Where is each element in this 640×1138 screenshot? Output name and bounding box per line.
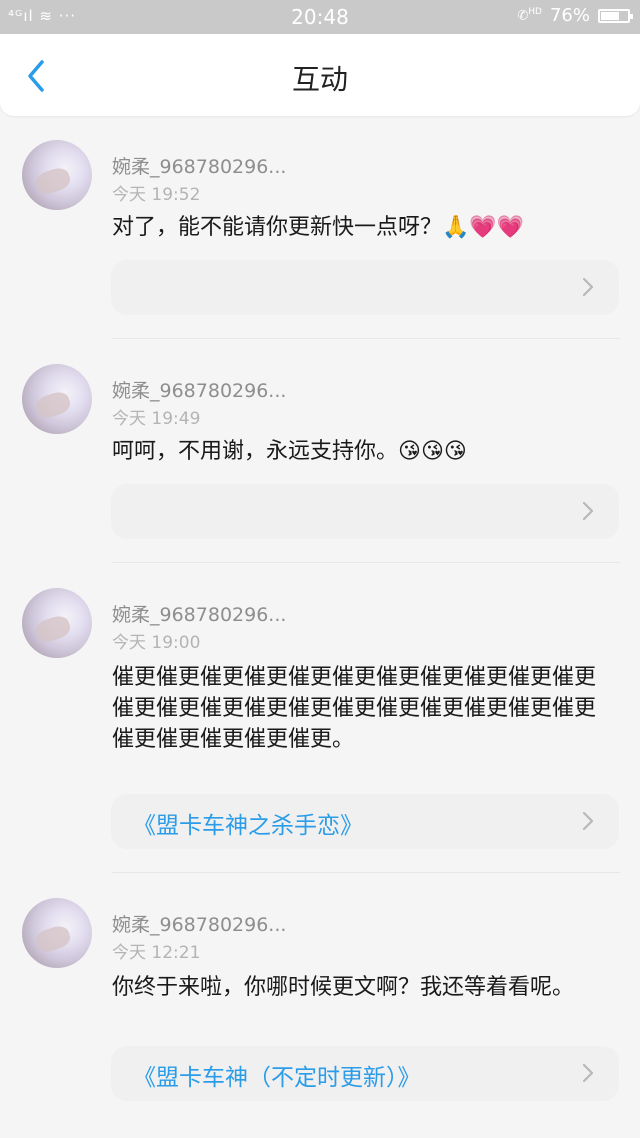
comment-text: 对了，能不能请你更新快一点呀？🙏💗💗 [112,215,525,240]
username[interactable]: 婉柔_968780296... [112,152,286,179]
comment-text: 你终于来啦，你哪时候更文啊？我还等着看呢。 [112,975,575,1000]
battery-icon [598,8,633,23]
timestamp: 今天 12:21 [112,943,201,963]
nav-bar: 互动 [0,34,640,116]
comment-item: 婉柔_968780296... 今天 12:21 你终于来啦，你哪时候更文啊？我… [0,874,640,1126]
hd-call-icon: ✆HD [517,7,542,24]
comment-item: 婉柔_968780296... 今天 19:52 对了，能不能请你更新快一点呀？… [0,116,640,340]
avatar[interactable] [22,588,92,658]
chevron-right-icon [582,1063,594,1083]
reply-link-box[interactable]: 《盟卡车神（不定时更新）》 [111,1046,619,1101]
chevron-right-icon [582,501,594,521]
timestamp: 今天 19:00 [112,633,201,653]
reply-link-box[interactable] [111,484,619,539]
divider [112,872,620,873]
chevron-right-icon [582,277,594,297]
divider [112,338,620,339]
comment-item: 婉柔_968780296... 今天 19:49 呵呵，不用谢，永远支持你。😘😘… [0,340,640,564]
timestamp: 今天 19:49 [112,409,201,429]
avatar[interactable] [22,898,92,968]
divider [112,562,620,563]
chevron-right-icon [582,811,594,831]
comment-text: 呵呵，不用谢，永远支持你。😘😘😘 [112,439,467,464]
page-title: 互动 [291,63,348,96]
username[interactable]: 婉柔_968780296... [112,600,286,627]
comment-item: 婉柔_968780296... 今天 19:00 催更催更催更催更催更催更催更催… [0,564,640,874]
battery-percent: 76% [549,5,590,26]
book-link[interactable]: 《盟卡车神（不定时更新）》 [133,1058,421,1092]
avatar[interactable] [22,140,92,210]
status-right: ✆HD 76% [517,5,633,26]
comment-feed: 婉柔_968780296... 今天 19:52 对了，能不能请你更新快一点呀？… [0,116,640,1126]
comment-text: 催更催更催更催更催更催更催更催更催更催更催更催更催更催更催更催更催更催更催更催更… [112,665,597,752]
reply-link-box[interactable] [111,260,619,315]
timestamp: 今天 19:52 [112,185,201,205]
book-link[interactable]: 《盟卡车神之杀手恋》 [133,806,363,840]
username[interactable]: 婉柔_968780296... [112,910,286,937]
avatar[interactable] [22,364,92,434]
reply-link-box[interactable]: 《盟卡车神之杀手恋》 [111,794,619,849]
username[interactable]: 婉柔_968780296... [112,376,286,403]
status-bar: ⁴ᴳıl ≋ ··· 20:48 ✆HD 76% [0,0,640,34]
